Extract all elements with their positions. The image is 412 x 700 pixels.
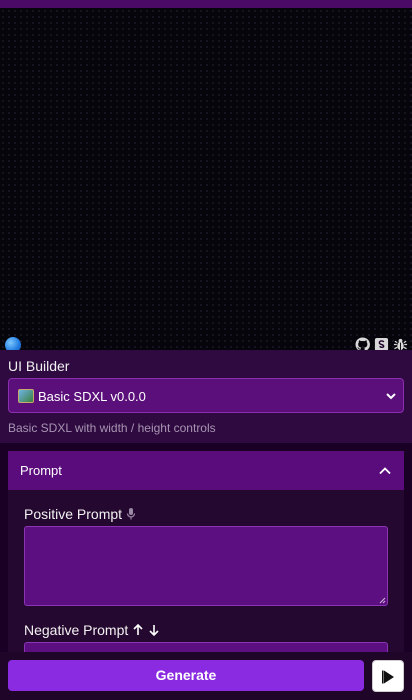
microphone-icon[interactable]: [126, 507, 136, 521]
arrow-down-icon[interactable]: [148, 623, 160, 637]
negative-prompt-label-text: Negative Prompt: [24, 622, 129, 638]
generate-button[interactable]: Generate: [8, 660, 364, 691]
workflow-select-value: Basic SDXL v0.0.0: [38, 389, 146, 404]
image-canvas[interactable]: [0, 8, 412, 353]
positive-prompt-label: Positive Prompt: [24, 506, 136, 522]
play-button[interactable]: [372, 660, 404, 692]
bottom-action-bar: Generate: [0, 652, 412, 700]
positive-prompt-input[interactable]: [24, 526, 388, 606]
ui-builder-section: UI Builder Basic SDXL v0.0.0 Basic SDXL …: [0, 350, 412, 443]
negative-prompt-label: Negative Prompt: [24, 622, 160, 638]
chevron-down-icon: [385, 390, 397, 402]
top-bar: [0, 0, 412, 8]
chevron-up-icon[interactable]: [378, 464, 392, 478]
resize-handle-icon[interactable]: [378, 596, 386, 604]
play-icon: [382, 670, 394, 684]
arrow-up-icon[interactable]: [132, 623, 144, 637]
prompt-panel-header[interactable]: Prompt: [8, 451, 404, 490]
prompt-panel-title: Prompt: [20, 463, 62, 478]
workflow-description: Basic SDXL with width / height controls: [8, 421, 216, 435]
app-root: UI Builder Basic SDXL v0.0.0 Basic SDXL …: [0, 0, 412, 700]
workflow-select[interactable]: Basic SDXL v0.0.0: [8, 378, 404, 413]
picture-frame-icon: [18, 389, 34, 403]
ui-builder-label: UI Builder: [8, 358, 70, 374]
positive-prompt-label-text: Positive Prompt: [24, 506, 123, 522]
